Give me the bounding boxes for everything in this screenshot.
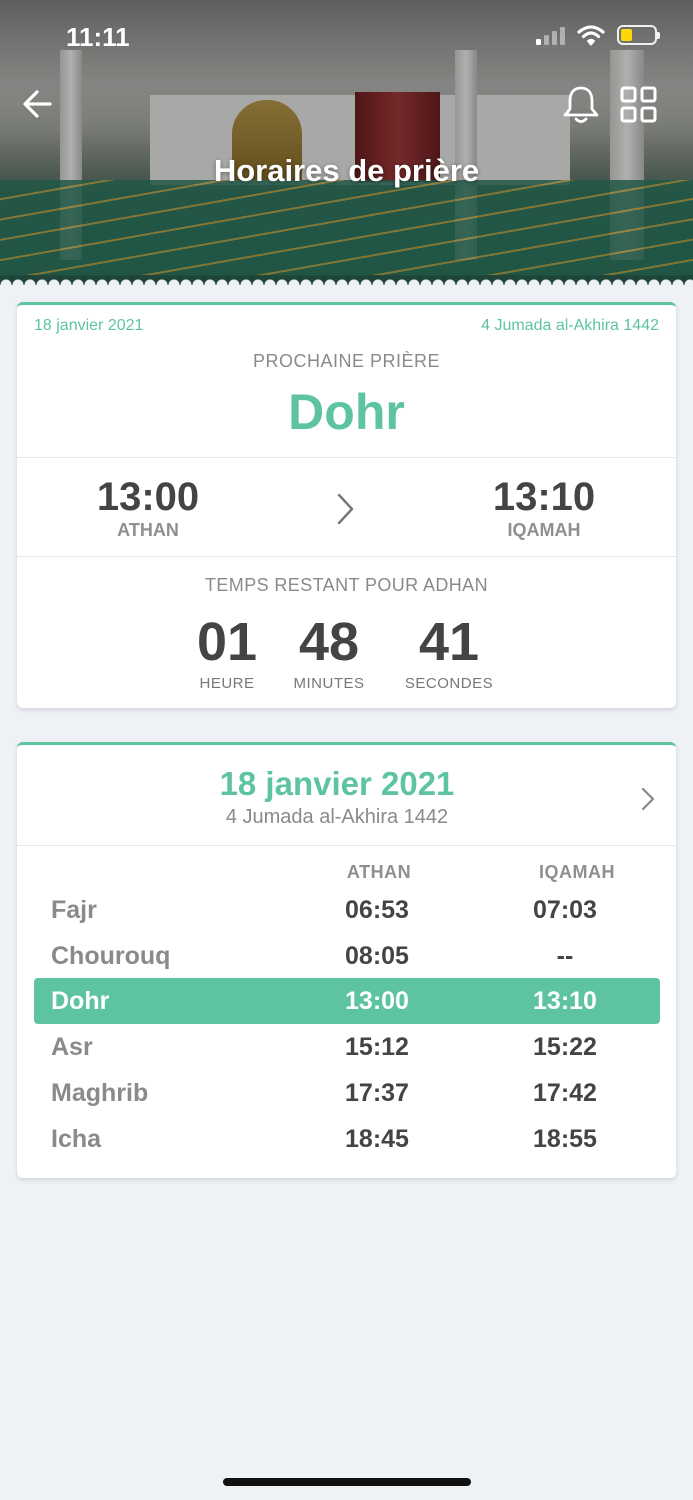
countdown-minutes: 48 MINUTES [279, 611, 379, 692]
prayer-athan-time: 15:12 [345, 1032, 409, 1061]
schedule-card: 18 janvier 2021 4 Jumada al-Akhira 1442 … [17, 742, 676, 1178]
prayer-athan-time: 08:05 [345, 941, 409, 970]
prayer-iqamah-time: 15:22 [533, 1032, 597, 1061]
prayer-iqamah-time: 13:10 [533, 986, 597, 1015]
prayer-name: Chourouq [51, 941, 171, 970]
countdown-minutes-value: 48 [298, 612, 360, 672]
countdown-hours-value: 01 [196, 612, 258, 672]
gregorian-date: 18 janvier 2021 [34, 317, 144, 334]
prayer-iqamah-time: -- [556, 941, 574, 970]
prayer-iqamah-time: 07:03 [533, 895, 597, 924]
divider [17, 457, 676, 458]
next-prayer-name: Dohr [288, 384, 405, 440]
bell-icon[interactable] [561, 84, 601, 126]
divider [17, 845, 676, 846]
next-prayer-dates: 18 janvier 2021 4 Jumada al-Akhira 1442 [34, 317, 659, 335]
hijri-date: 4 Jumada al-Akhira 1442 [481, 317, 659, 334]
prayer-row-maghrib: Maghrib 17:37 17:42 [34, 1070, 660, 1116]
next-day-chevron-icon[interactable] [639, 785, 657, 813]
iqamah-label: IQAMAH [507, 520, 581, 540]
home-indicator[interactable] [223, 1478, 471, 1486]
prayer-athan-time: 17:37 [345, 1078, 409, 1107]
prayer-row-fajr: Fajr 06:53 07:03 [34, 887, 660, 933]
iqamah-time-block: 13:10 IQAMAH [444, 475, 644, 541]
countdown-minutes-label: MINUTES [293, 675, 365, 692]
athan-label: ATHAN [117, 520, 179, 540]
prayer-row-chourouq: Chourouq 08:05 -- [34, 933, 660, 979]
prayer-name: Dohr [51, 986, 110, 1015]
prayer-athan-time: 18:45 [345, 1124, 409, 1153]
wifi-icon [577, 25, 605, 46]
page-title: Horaires de prière [213, 153, 480, 188]
status-time: 11:11 [66, 22, 130, 52]
signal-icon [536, 25, 565, 45]
grid-icon[interactable] [620, 86, 658, 124]
iqamah-time: 13:10 [492, 475, 596, 519]
athan-time-block: 13:00 ATHAN [48, 475, 248, 541]
header-banner: 11:11 Horaires de prière [0, 0, 693, 285]
prayer-name: Maghrib [51, 1078, 149, 1107]
remaining-label: TEMPS RESTANT POUR ADHAN [205, 575, 488, 595]
status-icons [536, 24, 660, 46]
prayer-name: Fajr [51, 895, 97, 924]
prayer-name: Icha [51, 1124, 102, 1153]
countdown-seconds-value: 41 [418, 612, 480, 672]
next-prayer-card: 18 janvier 2021 4 Jumada al-Akhira 1442 … [17, 302, 676, 708]
column-header-iqamah: IQAMAH [539, 862, 615, 882]
prayer-athan-time: 06:53 [345, 895, 409, 924]
prayer-name: Asr [51, 1032, 93, 1061]
column-header-athan: ATHAN [346, 862, 412, 882]
countdown-seconds-label: SECONDES [404, 675, 494, 692]
prayer-athan-time: 13:00 [345, 986, 409, 1015]
athan-time: 13:00 [96, 475, 200, 519]
prayer-iqamah-time: 17:42 [533, 1078, 597, 1107]
next-prayer-label: PROCHAINE PRIÈRE [252, 351, 441, 371]
divider [17, 556, 676, 557]
prayer-row-dohr-active: Dohr 13:00 13:10 [34, 978, 660, 1024]
back-arrow-icon[interactable] [20, 86, 56, 122]
countdown-hours-label: HEURE [199, 675, 255, 692]
countdown-seconds: 41 SECONDES [391, 611, 507, 692]
schedule-hijri-date: 4 Jumada al-Akhira 1442 [225, 806, 449, 828]
banner-scallop-edge [0, 273, 693, 285]
prayer-iqamah-time: 18:55 [533, 1124, 597, 1153]
battery-icon [617, 25, 660, 45]
countdown-hours: 01 HEURE [185, 611, 269, 692]
prayer-row-icha: Icha 18:45 18:55 [34, 1116, 660, 1162]
prayer-row-asr: Asr 15:12 15:22 [34, 1024, 660, 1070]
schedule-date: 18 janvier 2021 [219, 765, 455, 802]
chevron-right-icon [337, 493, 354, 525]
